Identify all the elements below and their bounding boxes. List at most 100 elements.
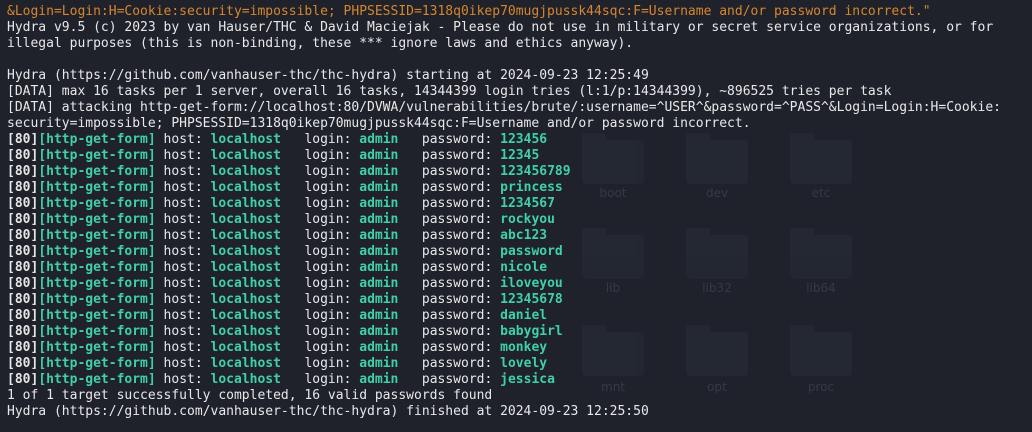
result-password: 12345678	[500, 292, 563, 307]
result-row: [80][http-get-form] host: localhost logi…	[7, 308, 1032, 324]
result-host: localhost	[210, 196, 281, 211]
result-login-label: login:	[280, 148, 360, 163]
result-login: admin	[359, 308, 399, 323]
result-host: localhost	[210, 292, 281, 307]
result-service: [http-get-form]	[38, 260, 156, 275]
result-password: 12345	[500, 148, 540, 163]
result-password-label: password:	[398, 292, 501, 307]
result-row: [80][http-get-form] host: localhost logi…	[7, 276, 1032, 292]
result-host-label: host:	[155, 292, 211, 307]
result-host: localhost	[210, 148, 281, 163]
result-row: [80][http-get-form] host: localhost logi…	[7, 244, 1032, 260]
result-login-label: login:	[280, 276, 360, 291]
result-service: [http-get-form]	[38, 276, 156, 291]
result-login-label: login:	[280, 228, 360, 243]
result-port: [80]	[7, 132, 39, 147]
result-login: admin	[359, 372, 399, 387]
result-password-label: password:	[398, 148, 501, 163]
result-login-label: login:	[280, 244, 360, 259]
result-login: admin	[359, 228, 399, 243]
terminal-output[interactable]: &Login=Login:H=Cookie:security=impossibl…	[0, 0, 1032, 432]
result-port: [80]	[7, 260, 39, 275]
result-service: [http-get-form]	[38, 324, 156, 339]
result-row: [80][http-get-form] host: localhost logi…	[7, 372, 1032, 388]
result-password-label: password:	[398, 196, 501, 211]
result-host: localhost	[210, 164, 281, 179]
result-host: localhost	[210, 372, 281, 387]
result-host: localhost	[210, 228, 281, 243]
result-row: [80][http-get-form] host: localhost logi…	[7, 196, 1032, 212]
result-service: [http-get-form]	[38, 228, 156, 243]
result-row: [80][http-get-form] host: localhost logi…	[7, 164, 1032, 180]
result-port: [80]	[7, 292, 39, 307]
result-host: localhost	[210, 276, 281, 291]
results-list: [80][http-get-form] host: localhost logi…	[7, 132, 1032, 388]
result-login-label: login:	[280, 340, 360, 355]
result-password: password	[500, 244, 563, 259]
result-password-label: password:	[398, 340, 501, 355]
result-port: [80]	[7, 180, 39, 195]
result-service: [http-get-form]	[38, 180, 156, 195]
result-login: admin	[359, 324, 399, 339]
result-login: admin	[359, 132, 399, 147]
data-line: [DATA] max 16 tasks per 1 server, overal…	[7, 84, 892, 99]
result-login: admin	[359, 356, 399, 371]
result-password-label: password:	[398, 132, 501, 147]
result-login-label: login:	[280, 292, 360, 307]
result-password-label: password:	[398, 260, 501, 275]
result-login: admin	[359, 212, 399, 227]
result-host-label: host:	[155, 372, 211, 387]
finish-line: Hydra (https://github.com/vanhauser-thc/…	[7, 404, 649, 419]
result-login: admin	[359, 196, 399, 211]
result-host-label: host:	[155, 276, 211, 291]
result-login-label: login:	[280, 212, 360, 227]
result-host-label: host:	[155, 212, 211, 227]
result-password: babygirl	[500, 324, 563, 339]
result-service: [http-get-form]	[38, 132, 156, 147]
result-host-label: host:	[155, 132, 211, 147]
result-login: admin	[359, 260, 399, 275]
result-host-label: host:	[155, 340, 211, 355]
summary-line: 1 of 1 target successfully completed, 16…	[7, 388, 493, 403]
result-port: [80]	[7, 196, 39, 211]
result-port: [80]	[7, 212, 39, 227]
result-host-label: host:	[155, 228, 211, 243]
command-tail-line: &Login=Login:H=Cookie:security=impossibl…	[7, 4, 931, 19]
result-host: localhost	[210, 212, 281, 227]
result-password: daniel	[500, 308, 548, 323]
result-password: iloveyou	[500, 276, 563, 291]
result-host-label: host:	[155, 180, 211, 195]
result-host: localhost	[210, 180, 281, 195]
result-port: [80]	[7, 340, 39, 355]
result-service: [http-get-form]	[38, 244, 156, 259]
banner-line: illegal purposes (this is non-binding, t…	[7, 36, 634, 51]
result-service: [http-get-form]	[38, 340, 156, 355]
result-login-label: login:	[280, 132, 360, 147]
result-login: admin	[359, 276, 399, 291]
result-password: 123456789	[500, 164, 571, 179]
result-password-label: password:	[398, 356, 501, 371]
result-password-label: password:	[398, 180, 501, 195]
result-login: admin	[359, 180, 399, 195]
result-host: localhost	[210, 340, 281, 355]
result-host: localhost	[210, 356, 281, 371]
result-login-label: login:	[280, 164, 360, 179]
result-login-label: login:	[280, 180, 360, 195]
result-host: localhost	[210, 244, 281, 259]
result-login-label: login:	[280, 324, 360, 339]
result-row: [80][http-get-form] host: localhost logi…	[7, 292, 1032, 308]
result-host-label: host:	[155, 244, 211, 259]
banner-line: Hydra v9.5 (c) 2023 by van Hauser/THC & …	[7, 20, 994, 35]
result-host: localhost	[210, 324, 281, 339]
result-login-label: login:	[280, 308, 360, 323]
data-line: [DATA] attacking http-get-form://localho…	[7, 100, 1001, 115]
result-password-label: password:	[398, 212, 501, 227]
result-port: [80]	[7, 244, 39, 259]
result-service: [http-get-form]	[38, 196, 156, 211]
result-login: admin	[359, 340, 399, 355]
result-row: [80][http-get-form] host: localhost logi…	[7, 228, 1032, 244]
result-password: rockyou	[500, 212, 555, 227]
result-login-label: login:	[280, 260, 360, 275]
result-host-label: host:	[155, 196, 211, 211]
result-row: [80][http-get-form] host: localhost logi…	[7, 324, 1032, 340]
